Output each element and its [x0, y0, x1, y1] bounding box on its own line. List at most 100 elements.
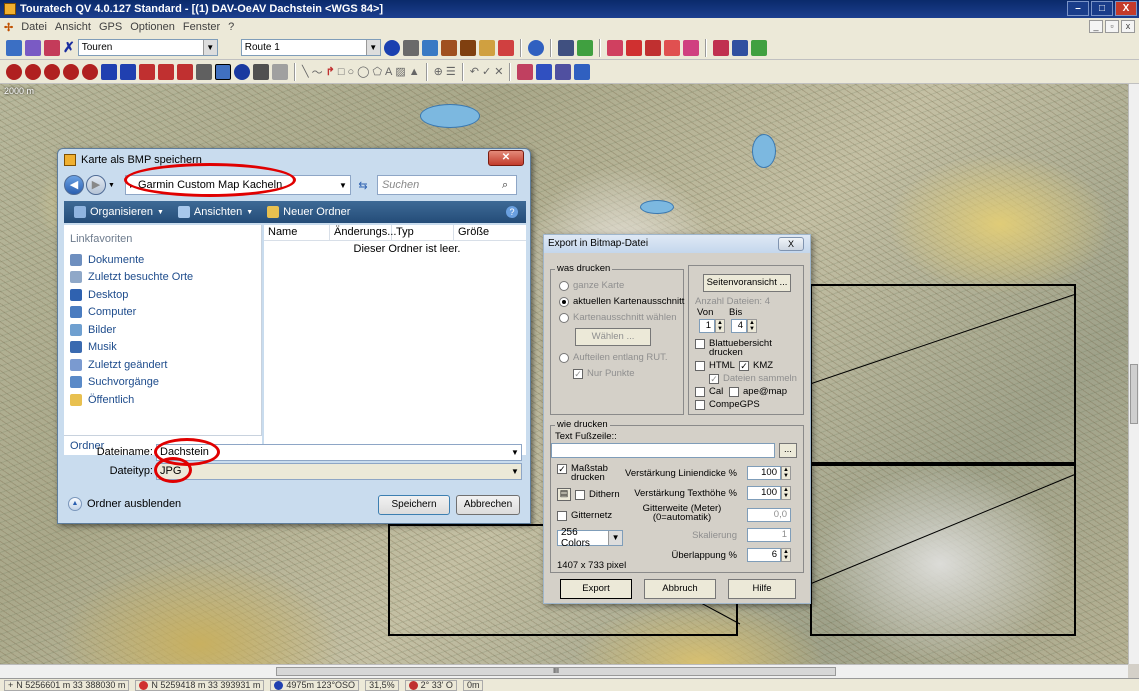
- abort-button[interactable]: Abbruch: [644, 579, 716, 599]
- radio-whole-map[interactable]: ganze Karte: [559, 280, 624, 291]
- draw-hatch-icon[interactable]: ▨: [395, 65, 405, 78]
- link-pictures[interactable]: Bilder: [64, 321, 261, 339]
- hide-folders-button[interactable]: ▲ Ordner ausblenden: [68, 497, 181, 511]
- check-icon[interactable]: ✓: [482, 65, 491, 78]
- zoom-area-icon[interactable]: [63, 63, 79, 80]
- mdi-minimize-button[interactable]: _: [1089, 20, 1103, 33]
- grid-icon[interactable]: [402, 39, 419, 56]
- hatch-icon[interactable]: [272, 63, 288, 80]
- link-music[interactable]: Musik: [64, 339, 261, 357]
- text-height-spinner[interactable]: 100 ▲ ▼: [747, 486, 791, 500]
- radio-current-view[interactable]: aktuellen Kartenausschnitt: [559, 296, 684, 307]
- chevron-down-icon[interactable]: ▼: [509, 448, 521, 457]
- ruler-icon[interactable]: [478, 39, 495, 56]
- tools-icon[interactable]: [44, 39, 60, 56]
- link-public[interactable]: Öffentlich: [64, 391, 261, 409]
- center-icon[interactable]: [234, 63, 250, 80]
- link-documents[interactable]: Dokumente: [64, 251, 261, 269]
- draw-polygon-icon[interactable]: ⬠: [372, 65, 382, 78]
- footer-input[interactable]: [551, 443, 775, 458]
- extra3-icon[interactable]: [555, 63, 572, 80]
- radio-select-area[interactable]: Kartenausschnitt wählen: [559, 312, 677, 323]
- help-button[interactable]: Hilfe: [728, 579, 796, 599]
- draw-rect-icon[interactable]: □: [338, 66, 345, 78]
- open-icon[interactable]: [6, 39, 22, 56]
- draw-arrow-icon[interactable]: ↱: [326, 65, 335, 78]
- select-area-button[interactable]: Wählen ...: [575, 328, 651, 346]
- mdi-restore-button[interactable]: ▫: [1105, 20, 1119, 33]
- menu-help[interactable]: ?: [228, 21, 234, 33]
- poi-icon[interactable]: [750, 39, 767, 56]
- map-up-icon[interactable]: [177, 63, 193, 80]
- touren-combo[interactable]: Touren ▼: [77, 39, 218, 56]
- overlay-icon[interactable]: [712, 39, 729, 56]
- extra2-icon[interactable]: [536, 63, 553, 80]
- checkbox-cal[interactable]: Cal: [695, 386, 723, 397]
- menu-gps[interactable]: GPS: [99, 21, 122, 33]
- target-icon[interactable]: [383, 39, 400, 56]
- chevron-down-icon[interactable]: ▼: [509, 467, 521, 476]
- export-dialog-close-button[interactable]: X: [778, 237, 804, 251]
- menu-optionen[interactable]: Optionen: [130, 21, 175, 33]
- track3-icon[interactable]: [682, 39, 699, 56]
- column-size[interactable]: Größe: [454, 225, 526, 240]
- route-icon[interactable]: [625, 39, 642, 56]
- cancel-draw-icon[interactable]: ✕: [494, 65, 503, 78]
- draw-circle-icon[interactable]: ○: [348, 66, 355, 78]
- spinner-arrows-icon[interactable]: ▲ ▼: [747, 319, 757, 333]
- layer-icon[interactable]: [421, 39, 438, 56]
- delete-icon[interactable]: ✗: [63, 39, 75, 56]
- column-name[interactable]: Name: [264, 225, 330, 240]
- column-type[interactable]: Typ: [392, 225, 454, 240]
- overlap-spinner[interactable]: 6 ▲ ▼: [747, 548, 791, 562]
- draw-grid-icon[interactable]: ⊕: [434, 65, 443, 78]
- refresh-icon[interactable]: ⇆: [355, 179, 371, 192]
- zoom-track-icon[interactable]: [120, 63, 136, 80]
- checkbox-compegps[interactable]: CompeGPS: [695, 399, 760, 410]
- radio-split-route[interactable]: Aufteilen entlang RUT.: [559, 352, 668, 363]
- track2-icon[interactable]: [663, 39, 680, 56]
- zoom-in-icon[interactable]: [6, 63, 22, 80]
- horizontal-scrollbar[interactable]: III: [0, 664, 1128, 678]
- track-icon[interactable]: [644, 39, 661, 56]
- spinner-arrows-icon[interactable]: ▲ ▼: [781, 486, 791, 500]
- map-prev-icon[interactable]: [139, 63, 155, 80]
- spinner-arrows-icon[interactable]: ▲ ▼: [781, 548, 791, 562]
- horizontal-scroll-thumb[interactable]: III: [276, 667, 836, 676]
- views-button[interactable]: Ansichten ▼: [177, 206, 253, 218]
- maximize-button[interactable]: □: [1091, 1, 1113, 16]
- draw-text-icon[interactable]: A: [385, 66, 392, 78]
- browse-button[interactable]: ...: [779, 443, 797, 458]
- route-combo[interactable]: Route 1 ▼: [240, 39, 381, 56]
- close-button[interactable]: X: [1115, 1, 1137, 16]
- extra1-icon[interactable]: [517, 63, 534, 80]
- scaling-input[interactable]: 1: [747, 528, 791, 542]
- binoculars2-icon[interactable]: [459, 39, 476, 56]
- link-desktop[interactable]: Desktop: [64, 286, 261, 304]
- draw-polyline-icon[interactable]: 〜: [312, 64, 323, 80]
- zoom-out-icon[interactable]: [25, 63, 41, 80]
- draw-table-icon[interactable]: ☰: [446, 65, 456, 78]
- link-computer[interactable]: Computer: [64, 304, 261, 322]
- grid-toggle-icon[interactable]: [253, 63, 269, 80]
- gps-icon[interactable]: [497, 39, 514, 56]
- cancel-button[interactable]: Abbrechen: [456, 495, 520, 515]
- zoom-fit-icon[interactable]: [44, 63, 60, 80]
- waypoint-icon[interactable]: [606, 39, 623, 56]
- vertical-scroll-thumb[interactable]: [1130, 364, 1138, 424]
- menu-ansicht[interactable]: Ansicht: [55, 21, 91, 33]
- export-button[interactable]: Export: [560, 579, 632, 599]
- link-searches[interactable]: Suchvorgänge: [64, 374, 261, 392]
- organize-button[interactable]: Organisieren ▼: [74, 206, 164, 218]
- checkbox-collect-files[interactable]: ✓ Dateien sammeln: [709, 373, 797, 384]
- book-icon[interactable]: [557, 39, 574, 56]
- chevron-down-icon[interactable]: ▼: [336, 181, 350, 190]
- back-icon[interactable]: ◀: [64, 175, 84, 195]
- search-input[interactable]: Suchen ⌕: [376, 175, 517, 195]
- spinner-arrows-icon[interactable]: ▲ ▼: [781, 466, 791, 480]
- menu-fenster[interactable]: Fenster: [183, 21, 220, 33]
- grid-width-input[interactable]: 0,0: [747, 508, 791, 522]
- photo-icon[interactable]: [731, 39, 748, 56]
- zoom-window-icon[interactable]: [82, 63, 98, 80]
- von-spinner[interactable]: 1 ▲ ▼: [699, 319, 725, 333]
